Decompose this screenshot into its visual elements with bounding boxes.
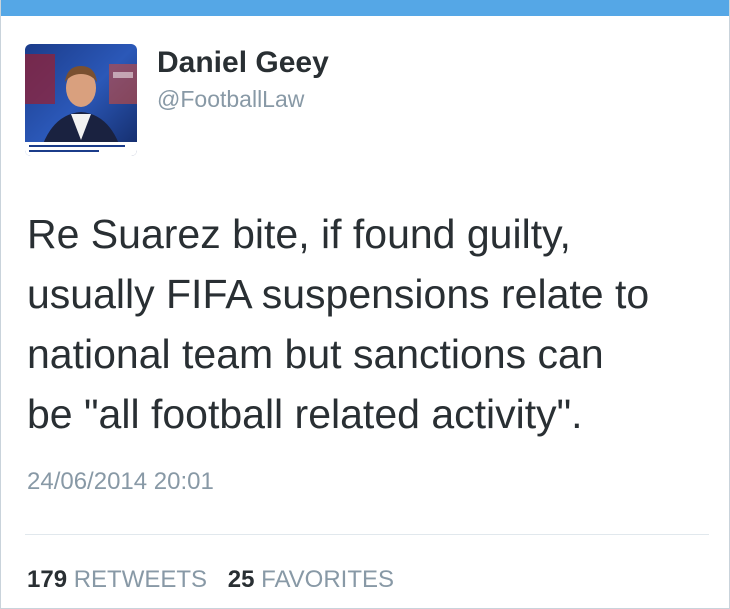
tweet-text-line: national team but sanctions can — [27, 331, 604, 377]
avatar-photo-icon — [25, 44, 137, 156]
favorites-count: 25 — [227, 566, 255, 593]
tweet-stats: 179 RETWEETS 25 FAVORITES — [27, 566, 408, 594]
tweet-text-line: usually FIFA suspensions relate to — [27, 271, 650, 317]
retweets-label: RETWEETS — [73, 566, 208, 593]
tweet-timestamp[interactable]: 24/06/2014 20:01 — [27, 468, 214, 496]
author-avatar[interactable] — [25, 44, 137, 156]
tweet-text: Re Suarez bite, if found guilty, usually… — [27, 204, 707, 444]
tweet-card: Daniel Geey @FootballLaw Re Suarez bite,… — [0, 0, 730, 609]
author-handle[interactable]: @FootballLaw — [157, 86, 304, 113]
favorites-label: FAVORITES — [261, 566, 395, 593]
top-accent-bar — [1, 0, 729, 16]
author-name[interactable]: Daniel Geey — [157, 46, 329, 80]
tweet-text-line: be "all football related activity". — [27, 391, 583, 437]
favorites-stat[interactable]: 25 FAVORITES — [228, 566, 394, 594]
tweet-text-line: Re Suarez bite, if found guilty, — [27, 211, 571, 257]
divider — [25, 534, 709, 535]
retweets-count: 179 — [27, 566, 68, 593]
retweets-stat[interactable]: 179 RETWEETS — [27, 566, 207, 594]
